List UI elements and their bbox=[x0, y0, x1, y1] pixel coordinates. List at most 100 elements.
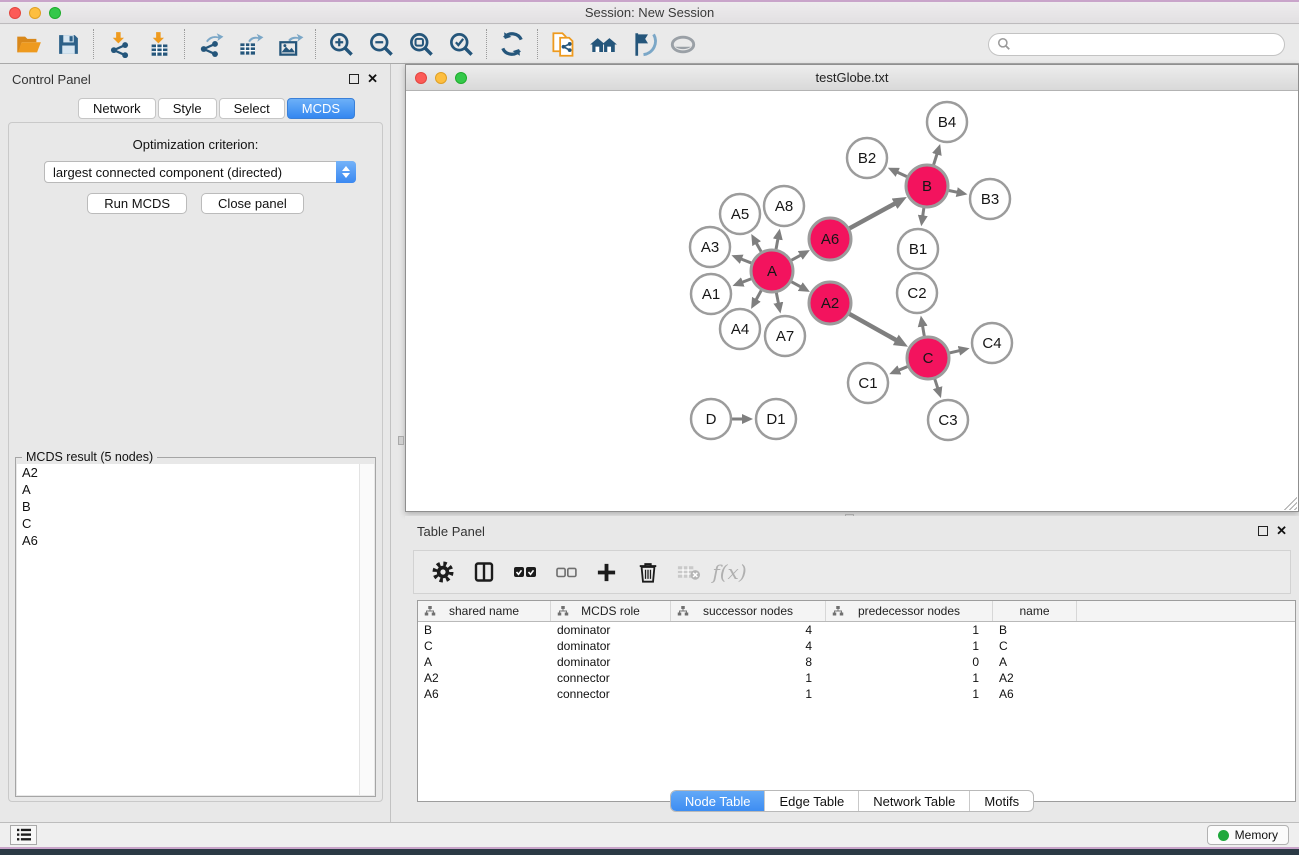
hide-flags-button[interactable] bbox=[623, 27, 663, 61]
edge-A-A4[interactable] bbox=[756, 289, 762, 300]
network-graph[interactable]: AA1A2A3A4A5A6A7A8BB1B2B3B4CC1C2C3C4DD1 bbox=[406, 91, 1298, 511]
node-label-B4: B4 bbox=[938, 114, 956, 131]
zoom-out-button[interactable] bbox=[361, 27, 401, 61]
search-field[interactable] bbox=[988, 33, 1285, 56]
toolbar-separator bbox=[93, 29, 94, 59]
edge-B-B3[interactable] bbox=[948, 190, 958, 192]
mcds-result-list[interactable]: A2ABCA6 bbox=[17, 464, 359, 795]
edge-A-A2[interactable] bbox=[790, 281, 801, 287]
add-column-button[interactable] bbox=[588, 554, 625, 590]
export-table-button[interactable] bbox=[230, 27, 270, 61]
toolbar-separator bbox=[315, 29, 316, 59]
column-header-name[interactable]: name bbox=[993, 601, 1077, 621]
tab-select[interactable]: Select bbox=[219, 98, 285, 119]
import-network-button[interactable] bbox=[99, 27, 139, 61]
table-row[interactable]: Adominator80A bbox=[418, 654, 1295, 670]
zoom-in-button[interactable] bbox=[321, 27, 361, 61]
result-list-item[interactable]: A bbox=[17, 481, 359, 498]
table-row[interactable]: A6connector11A6 bbox=[418, 686, 1295, 702]
run-mcds-button[interactable]: Run MCDS bbox=[87, 193, 187, 214]
table-settings-button[interactable] bbox=[424, 554, 461, 590]
delete-table-button[interactable] bbox=[670, 554, 707, 590]
cell-name: A6 bbox=[993, 687, 1077, 701]
edge-C-C1[interactable] bbox=[898, 366, 908, 370]
memory-button[interactable]: Memory bbox=[1207, 825, 1289, 845]
zoom-selected-button[interactable] bbox=[441, 27, 481, 61]
tab-node-table[interactable]: Node Table bbox=[671, 791, 766, 811]
resize-grip-icon[interactable] bbox=[1283, 496, 1297, 510]
edge-A-A7[interactable] bbox=[776, 292, 778, 304]
delete-column-button[interactable] bbox=[629, 554, 666, 590]
open-session-button[interactable] bbox=[8, 27, 48, 61]
node-label-B2: B2 bbox=[858, 150, 876, 167]
cell-name: B bbox=[993, 623, 1077, 637]
function-builder-button[interactable]: f(x) bbox=[711, 554, 748, 590]
column-header-predecessor-nodes[interactable]: predecessor nodes bbox=[826, 601, 993, 621]
float-panel-icon[interactable] bbox=[1258, 526, 1268, 536]
node-label-A8: A8 bbox=[775, 198, 793, 215]
edge-C-C3[interactable] bbox=[934, 378, 937, 389]
edge-A-A5[interactable] bbox=[756, 243, 762, 253]
result-list-item[interactable]: C bbox=[17, 515, 359, 532]
table-row[interactable]: Cdominator41C bbox=[418, 638, 1295, 654]
deselect-all-button[interactable] bbox=[547, 554, 584, 590]
control-panel-tabs: NetworkStyleSelectMCDS bbox=[78, 98, 355, 119]
export-image-button[interactable] bbox=[270, 27, 310, 61]
column-header-shared-name[interactable]: shared name bbox=[418, 601, 551, 621]
column-header-successor-nodes[interactable]: successor nodes bbox=[671, 601, 826, 621]
node-table[interactable]: shared nameMCDS rolesuccessor nodesprede… bbox=[417, 600, 1296, 802]
task-history-button[interactable] bbox=[10, 825, 37, 845]
select-all-icon bbox=[512, 562, 538, 582]
refresh-view-button[interactable] bbox=[492, 27, 532, 61]
search-input[interactable] bbox=[1011, 37, 1276, 51]
node-label-C: C bbox=[923, 350, 934, 367]
import-network-icon bbox=[106, 31, 133, 58]
result-list-item[interactable]: A2 bbox=[17, 464, 359, 481]
edge-A-A6[interactable] bbox=[790, 255, 801, 261]
float-panel-icon[interactable] bbox=[349, 74, 359, 84]
edge-C-C2[interactable] bbox=[923, 326, 925, 338]
eye-icon bbox=[669, 31, 697, 58]
edge-B-B4[interactable] bbox=[933, 153, 937, 165]
zoom-fit-button[interactable] bbox=[401, 27, 441, 61]
column-header-MCDS-role[interactable]: MCDS role bbox=[551, 601, 671, 621]
table-row[interactable]: Bdominator41B bbox=[418, 622, 1295, 638]
control-panel-title: Control Panel bbox=[12, 72, 91, 87]
edge-A-A1[interactable] bbox=[742, 278, 752, 282]
splitter-handle[interactable] bbox=[398, 436, 404, 445]
show-columns-button[interactable] bbox=[465, 554, 502, 590]
home-layout-button[interactable] bbox=[583, 27, 623, 61]
cell-shared-name: B bbox=[418, 623, 551, 637]
tab-edge-table[interactable]: Edge Table bbox=[765, 791, 859, 811]
export-network-button[interactable] bbox=[190, 27, 230, 61]
edge-C-C4[interactable] bbox=[948, 351, 959, 354]
tab-style[interactable]: Style bbox=[158, 98, 217, 119]
network-canvas[interactable]: AA1A2A3A4A5A6A7A8BB1B2B3B4CC1C2C3C4DD1 bbox=[406, 91, 1298, 511]
edge-A-A3[interactable] bbox=[741, 259, 753, 264]
table-row[interactable]: A2connector11A2 bbox=[418, 670, 1295, 686]
result-list-item[interactable]: A6 bbox=[17, 532, 359, 549]
select-all-button[interactable] bbox=[506, 554, 543, 590]
save-session-button[interactable] bbox=[48, 27, 88, 61]
edge-B-B2[interactable] bbox=[897, 172, 908, 177]
close-panel-button[interactable]: Close panel bbox=[201, 193, 304, 214]
clone-network-button[interactable] bbox=[543, 27, 583, 61]
import-table-button[interactable] bbox=[139, 27, 179, 61]
network-window-titlebar[interactable]: testGlobe.txt bbox=[406, 65, 1298, 91]
show-graphics-button[interactable] bbox=[663, 27, 703, 61]
close-panel-icon[interactable]: ✕ bbox=[1276, 526, 1287, 536]
result-list-item[interactable]: B bbox=[17, 498, 359, 515]
edge-A2-C[interactable] bbox=[848, 313, 896, 340]
export-table-icon bbox=[237, 31, 264, 58]
criterion-select[interactable]: largest connected component (directed) bbox=[44, 161, 356, 183]
edge-A6-B[interactable] bbox=[848, 203, 895, 229]
tab-motifs[interactable]: Motifs bbox=[970, 791, 1033, 811]
tab-network-table[interactable]: Network Table bbox=[859, 791, 970, 811]
edge-A-A8[interactable] bbox=[776, 238, 778, 250]
result-scrollbar[interactable] bbox=[359, 464, 374, 795]
table-panel: Table Panel ✕ bbox=[405, 516, 1299, 822]
close-panel-icon[interactable]: ✕ bbox=[367, 74, 378, 84]
tab-mcds[interactable]: MCDS bbox=[287, 98, 355, 119]
plus-icon bbox=[595, 561, 618, 584]
tab-network[interactable]: Network bbox=[78, 98, 156, 119]
